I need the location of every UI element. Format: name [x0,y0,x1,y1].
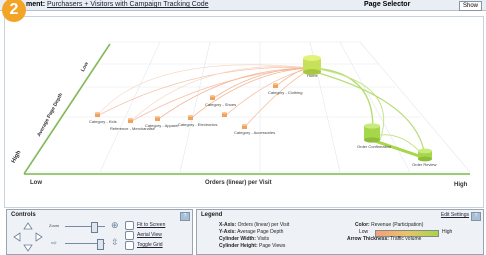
segment-link[interactable]: Purchasers + Visitors with Campaign Trac… [47,1,209,8]
legend-y-axis-val: Average Page Depth [237,229,284,235]
legend-cylinder-height: Cylinder Height: Page Views [219,243,285,249]
legend-color-key: Color: [355,222,370,228]
legend-title: Legend [201,212,223,218]
tilt-icon[interactable]: ⇳ [111,238,119,247]
zoom-in-icon[interactable]: ⊕ [111,221,119,230]
legend-y-axis-key: Y-Axis: [219,229,236,235]
node-category-clothing[interactable] [273,83,278,88]
node-label: Order Review [412,162,437,167]
node-label: Category - Electronics [178,122,218,127]
legend-x-axis-key: X-Axis: [219,222,237,228]
controls-collapse-icon[interactable]: ? [180,212,190,221]
top-bar: ment: Purchasers + Visitors with Campaig… [0,0,486,11]
node-category-misc[interactable] [95,112,100,117]
legend-cylinder-width: Cylinder Width: Visits [219,236,269,242]
zoom-slider-track[interactable] [65,226,105,227]
edit-settings-link[interactable]: Edit Settings [441,212,469,218]
node-order-review[interactable] [418,148,432,162]
node-label: Reference - Merchandise [110,126,155,131]
node-category-kids[interactable] [155,116,160,121]
legend-cyl-width-key: Cylinder Width: [219,236,256,242]
toggle-grid-link[interactable]: Toggle Grid [137,242,163,248]
node-order-confirmation[interactable] [364,123,380,143]
controls-title: Controls [11,212,36,218]
controls-panel: Controls ? Zoom ⊕ ⇨ ⇳ Fit to Screen Aeri… [6,209,193,255]
node-label: Category - Accessories [234,130,276,135]
viz-canvas [23,41,471,175]
legend-collapse-icon[interactable]: ? [471,212,481,221]
legend-cyl-width-val: Visits [257,236,270,242]
rotate-slider-handle[interactable] [97,239,104,250]
aerial-view-icon[interactable] [125,231,134,240]
legend-color: Color: Revenue (Participation) [355,222,423,228]
legend-color-low: Low [359,229,369,235]
node-label: Order Confirmation [357,144,392,149]
fit-to-screen-icon[interactable] [125,221,134,230]
node-home[interactable] [303,55,321,75]
rotate-icon[interactable]: ⇨ [51,240,57,247]
segment-label: ment: [26,1,46,8]
x-axis-label: Orders (linear) per Visit [205,180,272,186]
grid-lines [23,41,471,173]
segment-selector[interactable]: ment: Purchasers + Visitors with Campaig… [26,0,209,10]
toggle-grid-icon[interactable] [125,241,134,250]
pan-arrows-icon[interactable] [13,222,43,252]
x-axis-high-label: High [454,182,468,188]
node-category-apparel[interactable] [222,112,227,117]
page-selector-label[interactable]: Page Selector [364,0,410,10]
zoom-slider-handle[interactable] [91,222,98,233]
legend-color-high: High [442,229,453,235]
x-axis-low-label: Low [30,180,42,186]
legend-arrow-thickness: Arrow Thickness: Traffic volume [347,236,421,242]
legend-arrow-val: Traffic volume [390,236,422,242]
legend-cyl-height-val: Page Views [259,243,286,249]
node-label: Category - Shoes [205,102,237,107]
aerial-view-link[interactable]: Aerial View [137,232,162,238]
fit-to-screen-link[interactable]: Fit to Screen [137,222,165,228]
node-reference-merchandise[interactable] [128,118,133,123]
node-label: Category - Clothing [268,90,303,95]
pathing-visualization[interactable]: Low Average Page Depth High Low Orders (… [0,12,486,208]
node-category-accessories[interactable] [242,124,247,129]
legend-cyl-height-key: Cylinder Height: [219,243,258,249]
node-label: Category - Kids [89,119,117,124]
node-label: Home [307,73,318,78]
legend-y-axis: Y-Axis: Average Page Depth [219,229,283,235]
legend-panel: Legend Edit Settings ? X-Axis: Orders (l… [196,209,484,255]
node-category-shoes[interactable] [210,95,215,100]
legend-arrow-key: Arrow Thickness: [347,236,389,242]
zoom-label: Zoom [49,223,60,228]
show-button[interactable]: Show [458,1,482,11]
axes [23,43,470,175]
legend-color-val: Revenue (Participation) [371,222,424,228]
legend-x-axis-val: Orders (linear) per Visit [237,222,290,228]
node-category-electronics[interactable] [188,115,193,120]
legend-x-axis: X-Axis: Orders (linear) per Visit [219,222,289,228]
